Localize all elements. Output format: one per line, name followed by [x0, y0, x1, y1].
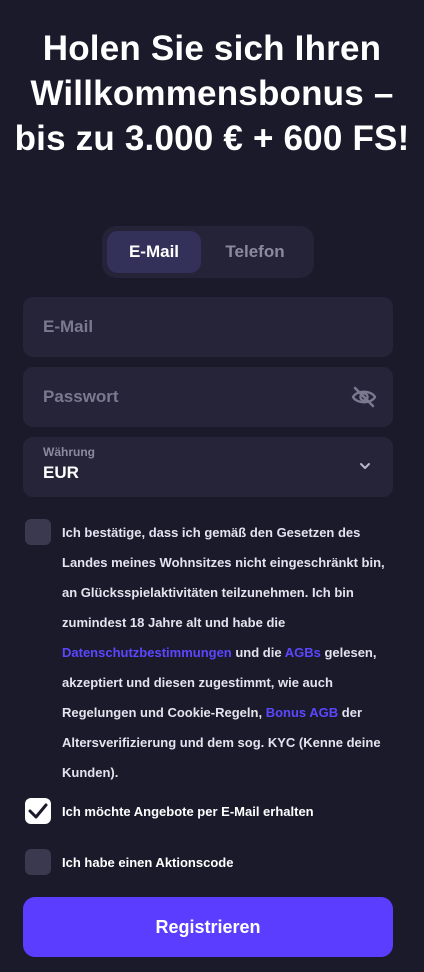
newsletter-checkbox[interactable] [25, 798, 51, 824]
privacy-policy-link[interactable]: Datenschutzbestimmungen [62, 645, 232, 660]
password-placeholder: Passwort [43, 387, 119, 406]
terms-link[interactable]: AGBs [285, 645, 321, 660]
promo-code-label: Ich habe einen Aktionscode [62, 855, 234, 870]
page-title: Holen Sie sich Ihren Willkommensbonus – … [14, 29, 410, 158]
bonus-terms-link[interactable]: Bonus AGB [266, 705, 338, 720]
signup-method-tabs: E-Mail Telefon [102, 226, 314, 278]
chevron-down-icon [360, 463, 370, 469]
currency-value: EUR [43, 463, 79, 482]
currency-label: Währung [43, 445, 95, 459]
promo-code-checkbox[interactable] [25, 849, 51, 875]
consent-checkbox[interactable] [25, 519, 51, 545]
consent-text-part: Ich bestätige, dass ich gemäß den Gesetz… [62, 525, 385, 630]
checkmark-icon [28, 803, 48, 819]
newsletter-label: Ich möchte Angebote per E-Mail erhalten [62, 804, 314, 819]
register-button[interactable]: Registrieren [23, 897, 393, 957]
email-placeholder: E-Mail [43, 317, 94, 336]
currency-select[interactable]: Währung EUR [23, 437, 393, 497]
tab-email[interactable]: E-Mail [107, 231, 201, 273]
password-field[interactable]: Passwort [23, 367, 393, 427]
tab-phone[interactable]: Telefon [201, 231, 309, 273]
eye-off-icon[interactable] [351, 385, 377, 409]
email-field[interactable]: E-Mail [23, 297, 393, 357]
consent-text-part: und die [231, 645, 285, 660]
consent-text: Ich bestätige, dass ich gemäß den Gesetz… [62, 518, 392, 788]
